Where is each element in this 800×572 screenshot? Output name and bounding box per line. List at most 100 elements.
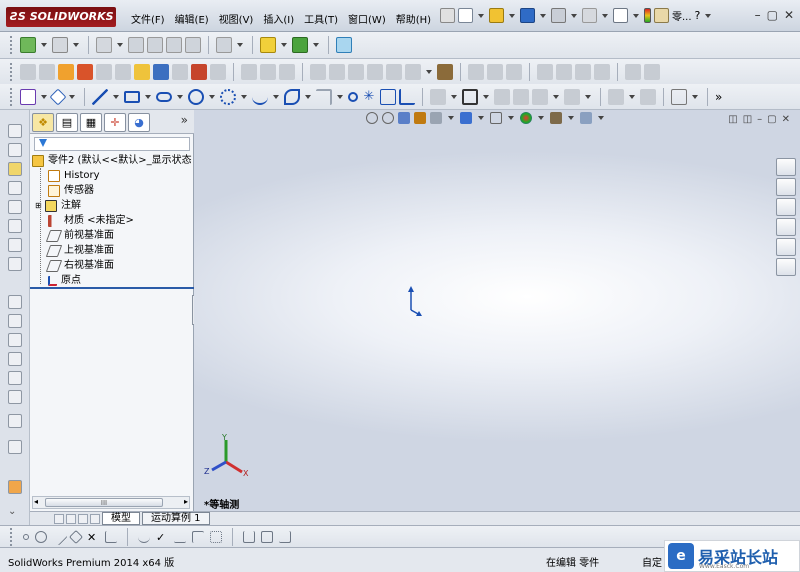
measure-icon[interactable] [537,64,553,80]
fillet-icon[interactable] [96,64,112,80]
zoom-to-area-icon[interactable] [382,112,394,124]
chevron-down-icon[interactable] [209,94,215,99]
tabs-more-icon[interactable]: » [181,113,192,130]
mirror-entities-icon[interactable] [513,88,529,105]
tree-item-sensors[interactable]: 传感器 [30,183,194,198]
plane-sketch-icon[interactable] [399,88,415,105]
scroll-left-icon[interactable]: ◂ [34,497,38,506]
linear-pattern-icon[interactable] [532,88,548,105]
feature-tool-icon[interactable] [8,390,22,404]
chevron-down-icon[interactable] [571,13,577,18]
viewport-minimize-icon[interactable]: – [757,114,762,125]
edit-appearance-icon[interactable] [520,112,532,124]
chevron-down-icon[interactable] [538,116,544,120]
tree-item-history[interactable]: History [30,168,194,183]
surface-fill-icon[interactable] [329,64,345,80]
menu-file[interactable]: 文件(F) [126,9,170,28]
rebuild-toolbar-icon[interactable] [52,37,68,53]
chevron-down-icon[interactable] [629,94,635,99]
rectangle-icon[interactable] [124,90,140,103]
status-custom[interactable]: 自定 [642,554,662,569]
options-icon[interactable] [654,8,669,23]
save-icon[interactable] [520,8,535,23]
tab-model[interactable]: 模型 [102,512,140,525]
parallel-icon[interactable] [174,531,186,543]
trim-icon[interactable] [430,88,446,105]
file-explorer-icon[interactable] [776,198,796,216]
rollback-bar[interactable] [30,287,194,289]
move-face-icon[interactable] [468,64,484,80]
chevron-down-icon[interactable] [692,94,698,99]
draft-analysis-icon[interactable] [644,64,660,80]
mirror-icon[interactable] [279,64,295,80]
paste-icon[interactable] [166,37,182,53]
grid-sketch-icon[interactable] [261,530,273,543]
chevron-down-icon[interactable] [451,94,457,99]
tab-last-icon[interactable] [90,513,100,524]
tab-motion-study[interactable]: 运动算例 1 [142,512,210,525]
arc-icon[interactable] [138,531,150,543]
menu-view[interactable]: 视图(V) [214,9,259,28]
menu-window[interactable]: 窗口(W) [343,9,391,28]
chevron-down-icon[interactable] [237,43,243,47]
chevron-down-icon[interactable] [41,94,47,99]
loft-icon[interactable] [77,64,93,80]
ellipse-icon[interactable] [284,88,300,105]
tree-horizontal-scrollbar[interactable]: ◂ III ▸ [32,496,190,509]
graphics-area[interactable]: ◫ ◫ – ▢ ✕ Y X Z *等轴测 [194,110,800,525]
cross-icon[interactable]: ✕ [87,531,99,544]
surface-knit-icon[interactable] [348,64,364,80]
custom-properties-icon[interactable] [776,258,796,276]
close-icon[interactable]: ✕ [784,8,794,22]
line-icon[interactable] [50,528,68,545]
feature-tool-icon[interactable] [8,200,22,214]
mass-properties-icon[interactable] [556,64,572,80]
chevron-down-icon[interactable] [553,94,559,99]
tree-filter[interactable] [34,137,190,151]
viewport-close-icon[interactable]: ✕ [782,114,790,125]
feature-tool-icon[interactable] [8,295,22,309]
rib-icon[interactable] [134,64,150,80]
chevron-down-icon[interactable] [508,116,514,120]
curves-icon[interactable] [241,64,257,80]
home-icon[interactable] [776,158,796,176]
repair-sketch-icon[interactable] [640,88,656,105]
menu-edit[interactable]: 编辑(E) [170,9,214,28]
tree-item-front-plane[interactable]: 前视基准面 [30,228,194,243]
tab-property-manager[interactable]: ▤ [56,113,78,132]
zoom-to-fit-icon[interactable] [366,112,378,124]
chevron-down-icon[interactable] [426,70,432,74]
angle-icon[interactable] [105,530,117,543]
copy-icon[interactable] [147,37,163,53]
new-document-icon[interactable] [458,8,473,23]
menu-help[interactable]: 帮助(H) [391,9,436,28]
feature-tool-icon[interactable] [8,352,22,366]
toolbar-grip[interactable] [10,36,13,54]
chevron-down-icon[interactable] [117,43,123,47]
pattern-icon[interactable] [210,64,226,80]
chevron-down-icon[interactable] [540,13,546,18]
print-icon[interactable] [551,8,566,23]
chevron-down-icon[interactable] [483,94,489,99]
display-relations-icon[interactable] [608,88,624,105]
slot-icon[interactable] [156,91,172,102]
undo-icon[interactable] [582,8,597,23]
polygon-icon[interactable] [68,529,84,544]
tab-feature-tree[interactable]: ❖ [32,113,54,132]
chevron-down-icon[interactable] [177,94,183,99]
scrollbar-thumb[interactable]: III [45,498,163,507]
design-library-icon[interactable] [776,178,796,196]
section-properties-icon[interactable] [575,64,591,80]
print-preview-icon[interactable] [128,37,144,53]
feature-tool-icon[interactable] [8,440,22,454]
sketch-relation-icon[interactable] [292,37,308,53]
point-icon[interactable] [348,91,358,102]
reference-geometry-icon[interactable] [260,64,276,80]
hide-show-items-icon[interactable] [490,112,502,124]
delete-face-icon[interactable] [487,64,503,80]
fillet-sketch-icon[interactable] [316,88,332,105]
menu-tools[interactable]: 工具(T) [299,9,343,28]
solidworks-logo[interactable]: ƧS SOLIDWORKS [6,7,116,27]
feature-tool-icon[interactable] [8,238,22,252]
tab-first-icon[interactable] [54,513,64,524]
